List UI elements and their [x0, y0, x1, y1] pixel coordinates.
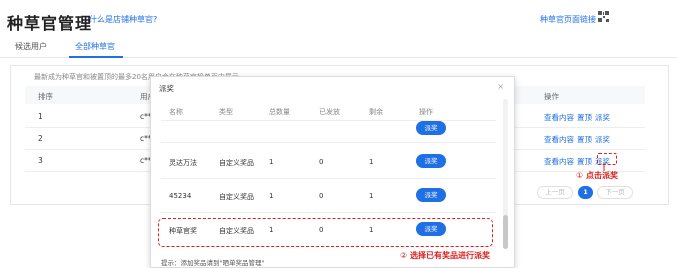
award-link[interactable]: 派奖 — [595, 113, 610, 122]
step-number: ② — [400, 251, 408, 260]
prize-type: 自定义奖品 — [219, 159, 254, 167]
header-ops: 操作 — [544, 92, 559, 101]
current-page-button[interactable]: 1 — [578, 186, 593, 199]
view-content-link[interactable]: 查看内容 — [544, 157, 574, 166]
annotation-step-1: ① 点击派奖 — [576, 170, 618, 181]
award-button[interactable]: 派奖 — [416, 188, 446, 202]
prize-sent: 0 — [319, 192, 324, 200]
dialog-tip: 提示：添加奖品请到"晒单奖品管理" — [161, 259, 265, 267]
header-rank: 排序 — [38, 92, 53, 101]
close-icon[interactable]: × — [497, 82, 504, 91]
row-rank: 1 — [38, 112, 43, 121]
active-tab-underline — [69, 56, 123, 58]
prize-name: 45234 — [169, 192, 192, 200]
annotation-step-2: ② 选择已有奖品进行派奖 — [400, 250, 490, 261]
prize-sent: 0 — [319, 158, 324, 166]
row-ops: 查看内容 置顶 派奖 — [544, 112, 613, 123]
row-rank: 3 — [38, 156, 43, 165]
view-content-link[interactable]: 查看内容 — [544, 113, 574, 122]
row-ops: 查看内容 置顶 派奖 — [544, 134, 613, 145]
row-rank: 2 — [38, 134, 43, 143]
prize-total: 1 — [269, 192, 274, 200]
page-title: 种草官管理 — [7, 14, 93, 33]
award-button[interactable]: 派奖 — [416, 154, 446, 168]
prize-left: 1 — [369, 192, 374, 200]
step-text: 选择已有奖品进行派奖 — [409, 251, 490, 260]
tab-candidates[interactable]: 候选用户 — [15, 41, 47, 52]
award-button[interactable]: 派奖 — [416, 121, 446, 135]
prize-name: 灵达万法 — [169, 159, 197, 167]
page: 种草官管理 什么是店铺种草官? 种草官页面链接 候选用户 全部种草官 最新成为种… — [0, 0, 677, 268]
next-page-button[interactable]: 下一页 — [597, 186, 633, 199]
page-link[interactable]: 种草官页面链接 — [540, 14, 596, 25]
pin-link[interactable]: 置顶 — [577, 113, 592, 122]
dialog-title: 派奖 — [159, 84, 174, 93]
annotation-highlight-prize — [158, 218, 493, 247]
award-link[interactable]: 派奖 — [595, 135, 610, 144]
view-content-link[interactable]: 查看内容 — [544, 135, 574, 144]
what-is-link[interactable]: 什么是店铺种草官? — [89, 14, 157, 25]
pin-link[interactable]: 置顶 — [577, 135, 592, 144]
annotation-highlight-award — [597, 153, 617, 165]
pin-link[interactable]: 置顶 — [577, 157, 592, 166]
prize-left: 1 — [369, 158, 374, 166]
prize-row: 45234 自定义奖品 1 0 1 派奖 — [161, 179, 496, 213]
step-number: ① — [576, 171, 584, 180]
scrollbar-thumb[interactable] — [503, 215, 508, 249]
tab-all-influencers[interactable]: 全部种草官 — [75, 41, 115, 52]
prev-page-button[interactable]: 上一页 — [537, 186, 573, 199]
prize-row: 灵达万法 自定义奖品 1 0 1 派奖 — [161, 145, 496, 179]
prize-total: 1 — [269, 158, 274, 166]
prize-type: 自定义奖品 — [219, 193, 254, 201]
tab-bar: 候选用户 全部种草官 — [0, 36, 677, 58]
step-text: 点击派奖 — [585, 171, 618, 180]
prize-row: 派奖 — [161, 109, 496, 143]
qr-code-icon[interactable] — [598, 11, 609, 22]
